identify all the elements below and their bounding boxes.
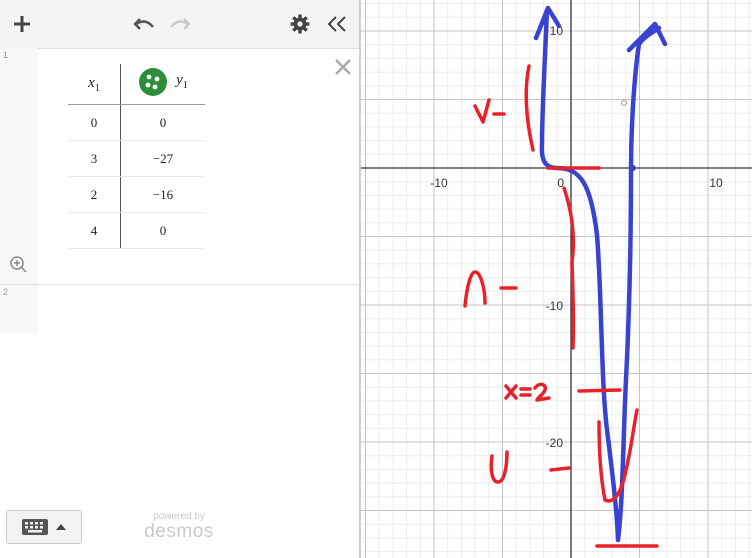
point-style-icon[interactable] [138,67,168,97]
undo-button[interactable] [128,8,160,40]
graph-paper[interactable]: -10 0 10 10 -10 -20 [361,0,752,558]
expression-item-1[interactable]: 1 x1 y1 0 0 3 −27 2 −16 4 0 [0,48,359,285]
y-tick-label: -10 [546,299,564,313]
desmos-branding: powered by desmos [140,511,218,542]
table-cell[interactable]: 0 [68,104,121,141]
delete-expression-button[interactable] [334,58,352,76]
blue-curve-point [630,165,636,171]
major-grid [361,0,752,558]
minor-grid [361,0,752,558]
column-header-x[interactable]: x1 [68,64,121,105]
keyboard-toggle-button[interactable] [6,510,82,544]
table-cell[interactable]: −27 [120,140,205,177]
x-tick-label: -10 [430,176,448,190]
expression-item-2[interactable]: 2 [0,285,359,333]
axes [361,0,752,558]
collapse-panel-button[interactable] [322,8,352,40]
add-expression-button[interactable] [8,8,36,40]
column-name: x [88,74,95,91]
y-tick-label: -20 [546,436,564,450]
cap-bracket [562,186,576,350]
double-chevron-left-icon [327,16,346,32]
table-row: 0 0 [68,104,205,141]
keyboard-icon [22,519,48,535]
undo-icon [133,18,154,30]
table-cell[interactable]: 4 [68,212,121,249]
table-cell[interactable]: 2 [68,176,121,213]
x-tick-label: 10 [709,176,723,190]
expression-toolbar [0,0,359,49]
expression-panel: 1 x1 y1 0 0 3 −27 2 −16 4 0 2 powered by… [0,0,359,558]
column-subscript: 1 [182,80,188,91]
settings-button[interactable] [286,8,314,40]
table-cell[interactable]: −16 [120,176,205,213]
plus-icon [14,16,30,32]
zoom-fit-icon[interactable] [8,254,28,274]
redo-button[interactable] [164,8,196,40]
table-cell[interactable]: 0 [120,104,205,141]
redo-icon [170,18,191,30]
x-equals-2-underline [577,388,622,393]
expression-index: 2 [0,285,38,333]
table-cell[interactable]: 0 [120,212,205,249]
column-header-y[interactable]: y1 [120,64,205,105]
table-row: 3 −27 [68,140,205,177]
column-name: y [176,72,183,88]
caret-up-icon [56,524,66,530]
desmos-logo: desmos [144,521,214,542]
data-table: x1 y1 0 0 3 −27 2 −16 4 0 [68,64,205,249]
table-row: 4 0 [68,212,205,249]
column-subscript: 1 [94,82,100,94]
gear-icon [290,14,310,34]
table-row: 2 −16 [68,176,205,213]
table-cell[interactable]: 3 [68,140,121,177]
v-symbol [473,98,506,124]
expression-index: 1 [0,48,38,284]
